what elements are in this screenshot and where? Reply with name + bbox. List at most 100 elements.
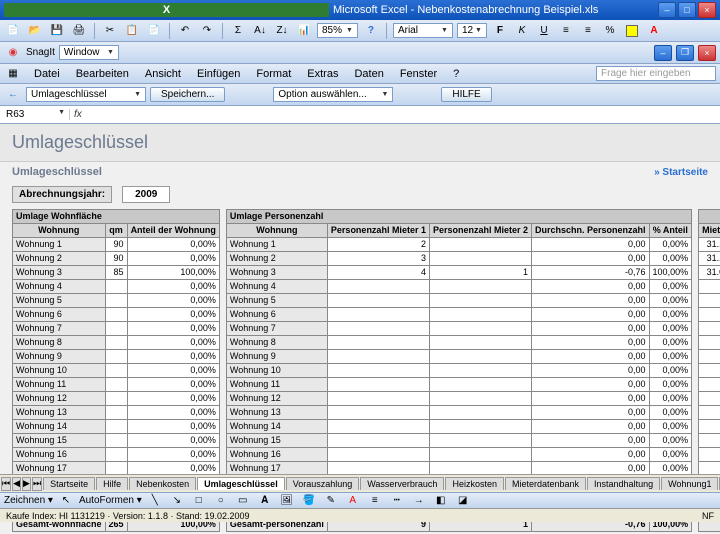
save-icon[interactable]: 💾 [48,22,66,40]
redo-icon[interactable]: ↷ [198,22,216,40]
cell[interactable]: Wohnung 5 [226,294,327,308]
cell[interactable]: 0,00 [532,392,650,406]
cell[interactable]: Wohnung 13 [226,406,327,420]
menu-extras[interactable]: Extras [303,66,342,82]
cell[interactable] [105,378,127,392]
cell[interactable]: 0,00% [649,238,692,252]
cell[interactable] [105,308,127,322]
cell[interactable] [327,378,429,392]
cell[interactable]: Wohnung 15 [226,434,327,448]
cell[interactable]: 0,00 [532,252,650,266]
cell[interactable]: Wohnung 13 [13,406,106,420]
paste-icon[interactable]: 📄 [145,22,163,40]
cell[interactable] [327,350,429,364]
wordart-icon[interactable]: 𝐀 [256,492,274,510]
cell[interactable] [105,364,127,378]
cell[interactable] [429,336,531,350]
snagit-target-select[interactable]: Window▼ [59,45,119,60]
fontsize-select[interactable]: 12▼ [457,23,487,38]
cell[interactable]: 0,00 [532,308,650,322]
cell[interactable]: 0,00 [532,238,650,252]
line-icon[interactable]: ╲ [146,492,164,510]
cell[interactable] [699,434,720,448]
arrowstyle-icon[interactable]: → [410,492,428,510]
sheet-tab[interactable]: Instandhaltung [587,477,660,490]
cell[interactable] [327,280,429,294]
oval-icon[interactable]: ○ [212,492,230,510]
cell[interactable]: 1 [429,266,531,280]
cell[interactable]: Wohnung 14 [226,420,327,434]
menu-hilfe[interactable]: ? [449,66,463,82]
sort-desc-icon[interactable]: Z↓ [273,22,291,40]
cell[interactable]: Wohnung 6 [13,308,106,322]
cell[interactable]: 3 [327,252,429,266]
cell[interactable] [699,308,720,322]
cell[interactable] [327,448,429,462]
cell[interactable]: Wohnung 1 [13,238,106,252]
cell[interactable]: 31.12.2008 [699,238,720,252]
year-value[interactable]: 2009 [122,186,170,203]
cell[interactable]: 0,00% [649,378,692,392]
cell[interactable]: 0,00% [127,406,219,420]
fillcolor-icon[interactable] [623,22,641,40]
cell[interactable]: 0,00% [127,322,219,336]
dash-icon[interactable]: ┅ [388,492,406,510]
cell[interactable] [327,420,429,434]
cell[interactable]: 0,00% [649,252,692,266]
menu-datei[interactable]: Datei [30,66,64,82]
cell[interactable]: Wohnung 16 [226,448,327,462]
underline-icon[interactable]: U [535,22,553,40]
cell[interactable]: Wohnung 12 [13,392,106,406]
percent-icon[interactable]: % [601,22,619,40]
align-left-icon[interactable]: ≡ [557,22,575,40]
sort-asc-icon[interactable]: A↓ [251,22,269,40]
cell[interactable] [429,434,531,448]
linecolor-icon[interactable]: ✎ [322,492,340,510]
cell[interactable] [429,378,531,392]
tab-prev-icon[interactable]: ◀ [12,477,21,491]
cell[interactable] [327,406,429,420]
zoom-select[interactable]: 85%▼ [317,23,358,38]
sheet-tab[interactable]: Startseite [43,477,95,490]
cell[interactable]: -0,76 [532,266,650,280]
cell[interactable] [699,336,720,350]
cell[interactable]: 0,00% [127,294,219,308]
italic-icon[interactable]: K [513,22,531,40]
rect-icon[interactable]: □ [190,492,208,510]
cell[interactable]: Wohnung 8 [226,336,327,350]
menu-format[interactable]: Format [252,66,295,82]
cell[interactable] [429,280,531,294]
cell[interactable] [699,448,720,462]
cell[interactable] [327,294,429,308]
cell[interactable]: 0,00% [649,308,692,322]
cell[interactable]: 4 [327,266,429,280]
sheet-tab[interactable]: Hilfe [96,477,128,490]
cell[interactable]: Wohnung 9 [13,350,106,364]
cell[interactable] [429,406,531,420]
cell[interactable] [429,420,531,434]
cell[interactable] [105,434,127,448]
cell[interactable]: 0,00% [649,392,692,406]
draw-menu[interactable]: Zeichnen ▾ [4,495,53,506]
sheet-tab[interactable]: Wohnung1 [661,477,718,490]
cell[interactable]: Wohnung 3 [226,266,327,280]
cell[interactable]: Wohnung 11 [13,378,106,392]
cell[interactable] [105,350,127,364]
cell[interactable]: 0,00 [532,336,650,350]
cell[interactable] [105,392,127,406]
tab-last-icon[interactable]: ⏭ [32,477,42,491]
cell[interactable] [699,322,720,336]
cell[interactable] [429,322,531,336]
clipart-icon[interactable]: 🖼 [278,492,296,510]
cell[interactable]: 0,00 [532,280,650,294]
cell[interactable]: Wohnung 10 [13,364,106,378]
chart-icon[interactable]: 📊 [295,22,313,40]
maximize-button[interactable]: □ [678,2,696,18]
cell[interactable] [327,434,429,448]
cell[interactable]: Wohnung 12 [226,392,327,406]
cell[interactable]: 0,00 [532,448,650,462]
minimize-button[interactable]: ‒ [658,2,676,18]
cell[interactable] [699,294,720,308]
cell[interactable] [105,322,127,336]
cell[interactable] [429,364,531,378]
